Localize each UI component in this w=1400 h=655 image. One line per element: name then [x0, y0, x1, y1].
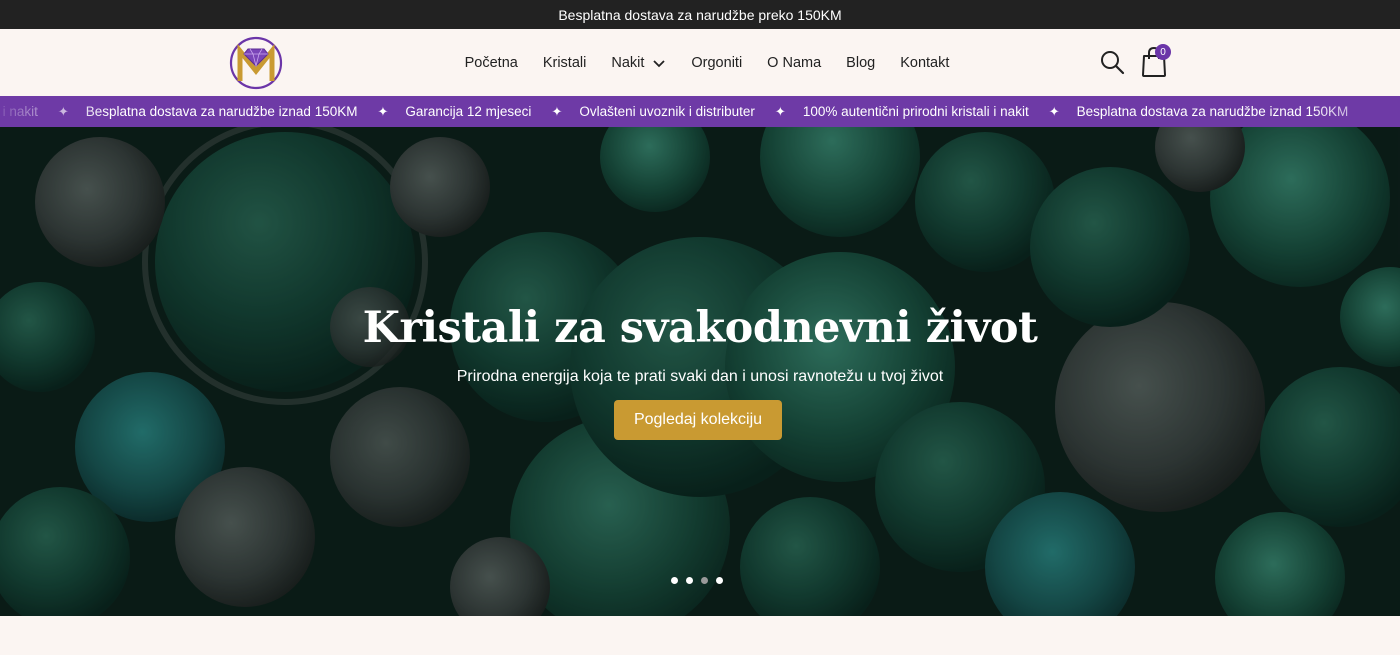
search-icon[interactable] — [1099, 49, 1125, 75]
ticker-item: ✦ Garancija 12 mjeseci — [357, 104, 531, 120]
ticker-text: Besplatna dostava za narudžbe iznad 150K… — [85, 104, 358, 119]
nav-item-label: Kontakt — [900, 54, 950, 71]
nav-item-label: Orgoniti — [691, 54, 743, 71]
slider-dot[interactable] — [671, 577, 678, 584]
nav-item-label: Kristali — [542, 54, 587, 71]
slider-dots — [671, 577, 723, 584]
nav-item-label: Početna — [464, 54, 518, 71]
chevron-down-icon — [653, 59, 666, 67]
nav-item-kristali[interactable]: Kristali — [543, 55, 587, 71]
sparkle-icon: ✦ — [377, 103, 389, 119]
ticker-item: ✦ Besplatna dostava za narudžbe iznad 150… — [1029, 104, 1349, 120]
nav-item-label: Blog — [846, 54, 876, 71]
sparkle-icon: ✦ — [1048, 103, 1060, 119]
ticker-text: Garancija 12 mjeseci — [405, 104, 532, 119]
nav-item-label: Nakit — [611, 54, 645, 71]
slider-dot[interactable] — [686, 577, 693, 584]
nav-item-kontakt[interactable]: Kontakt — [900, 55, 949, 71]
nav-item-label: O Nama — [767, 54, 822, 71]
hero-subtitle: Prirodna energija koja te prati svaki da… — [456, 368, 944, 385]
page-section-below — [0, 616, 1400, 655]
nav-item-blog[interactable]: Blog — [846, 55, 875, 71]
nav-item-o-nama[interactable]: O Nama — [767, 55, 821, 71]
nav-item-nakit[interactable]: Nakit — [611, 55, 666, 71]
ticker-text: 100% autentični prirodni kristali i naki… — [802, 104, 1029, 119]
ticker-item: ✦ 100% autentični prirodni kristali i nak… — [755, 104, 1029, 120]
ticker-text: Besplatna dostava za narudžbe iznad 150K… — [1076, 104, 1349, 119]
benefits-ticker: 100% autentični prirodni kristali i naki… — [0, 96, 1400, 127]
hero-banner: Kristali za svakodnevni život Prirodna e… — [0, 127, 1400, 616]
slider-dot[interactable] — [701, 577, 708, 584]
nav-item-pocetna[interactable]: Početna — [465, 55, 518, 71]
ticker-item: ✦ Ovlašteni uvoznik i distributer — [531, 104, 754, 120]
slider-dot[interactable] — [716, 577, 723, 584]
announcement-bar: Besplatna dostava za narudžbe preko 150K… — [0, 0, 1400, 29]
view-collection-button[interactable]: Pogledaj kolekciju — [614, 400, 782, 440]
hero-title: Kristali za svakodnevni život — [362, 303, 1038, 353]
announcement-text: Besplatna dostava za narudžbe preko 150K… — [558, 6, 842, 23]
ticker-text: Ovlašteni uvoznik i distributer — [579, 104, 755, 119]
main-nav: Početna Kristali Nakit Orgoniti O Nama Blog Ko… — [0, 29, 1400, 96]
sparkle-icon: ✦ — [774, 103, 786, 119]
nav-item-orgoniti[interactable]: Orgoniti — [691, 55, 742, 71]
site-header: Početna Kristali Nakit Orgoniti O Nama Blog Ko… — [0, 29, 1400, 96]
sparkle-icon: ✦ — [551, 103, 563, 119]
cart-count-badge: 0 — [1155, 44, 1171, 60]
